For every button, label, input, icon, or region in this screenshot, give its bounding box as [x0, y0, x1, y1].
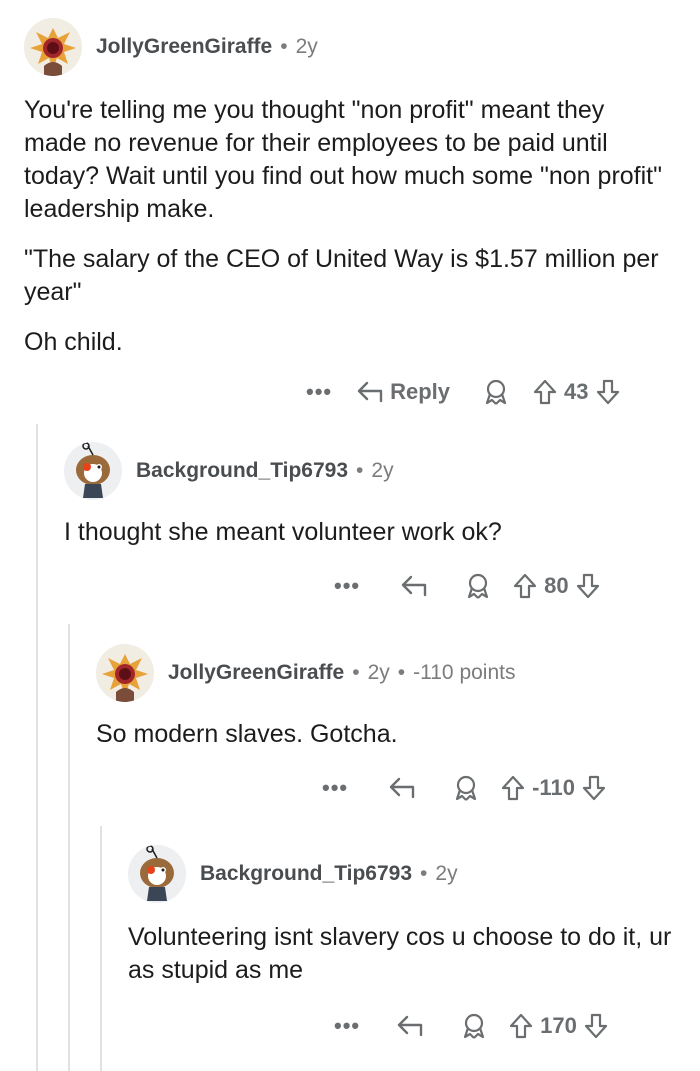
comment-body: I thought she meant volunteer work ok? — [64, 516, 674, 549]
vote-score: 170 — [540, 1013, 577, 1038]
avatar[interactable] — [128, 845, 186, 903]
comment-header: JollyGreenGiraffe • 2y • -110 points — [96, 644, 676, 702]
comment-paragraph: Volunteering isnt slavery cos u choose t… — [128, 923, 672, 984]
comment-age: 2y — [435, 862, 458, 885]
comment-actions: ••• -110 — [322, 768, 607, 808]
avatar[interactable] — [96, 644, 154, 702]
upvote-arrow-icon[interactable] — [508, 1012, 534, 1040]
comment-body: So modern slaves. Gotcha. — [96, 718, 676, 751]
more-options-button[interactable]: ••• — [306, 379, 332, 405]
vote-score: 43 — [564, 379, 589, 404]
comment-paragraph: I thought she meant volunteer work ok? — [64, 518, 502, 546]
upvote-arrow-icon[interactable] — [512, 572, 538, 600]
downvote-arrow-icon[interactable] — [575, 572, 601, 600]
username[interactable]: JollyGreenGiraffe — [168, 661, 344, 685]
reply-label: Reply — [390, 379, 451, 404]
separator-dot: • — [352, 661, 360, 684]
comment-body: Volunteering isnt slavery cos u choose t… — [128, 921, 678, 987]
upvote-arrow-icon[interactable] — [500, 774, 526, 802]
vote-score: 80 — [544, 573, 569, 598]
vote-score: -110 — [532, 775, 575, 800]
comment-paragraph: So modern slaves. Gotcha. — [96, 720, 398, 748]
comment-3: JollyGreenGiraffe • 2y • -110 points So … — [96, 644, 676, 751]
username[interactable]: Background_Tip6793 — [136, 459, 348, 483]
comment-header: Background_Tip6793 • 2y — [128, 845, 688, 903]
downvote-arrow-icon[interactable] — [595, 378, 621, 406]
separator-dot: • — [420, 862, 428, 885]
comment-paragraph: "The salary of the CEO of United Way is … — [24, 245, 659, 306]
more-options-button[interactable]: ••• — [322, 775, 348, 801]
comment-header: Background_Tip6793 • 2y — [64, 442, 674, 500]
comment-header: JollyGreenGiraffe • 2y — [24, 18, 684, 76]
snoo-avatar-icon — [128, 845, 186, 903]
award-icon[interactable] — [482, 378, 510, 406]
demogorgon-avatar-icon — [96, 644, 154, 702]
award-icon[interactable] — [460, 1012, 488, 1040]
thread-line-1[interactable] — [36, 424, 38, 1071]
reply-arrow-icon[interactable] — [388, 776, 416, 800]
comment-paragraph: Oh child. — [24, 328, 123, 356]
comment-4: Background_Tip6793 • 2y Volunteering isn… — [128, 845, 688, 987]
username[interactable]: Background_Tip6793 — [200, 862, 412, 886]
comment-age: 2y — [295, 35, 318, 58]
comment-points: -110 points — [413, 661, 516, 684]
reply-button[interactable]: Reply — [356, 379, 450, 405]
reply-arrow-icon[interactable] — [396, 1014, 424, 1038]
comment-age: 2y — [367, 661, 390, 684]
separator-dot: • — [397, 661, 406, 684]
separator-dot: • — [280, 35, 288, 58]
downvote-arrow-icon[interactable] — [581, 774, 607, 802]
reply-arrow-icon — [357, 381, 383, 403]
more-options-button[interactable]: ••• — [334, 573, 360, 599]
thread-line-2[interactable] — [68, 624, 70, 1071]
thread-line-3[interactable] — [100, 826, 102, 1071]
more-options-button[interactable]: ••• — [334, 1013, 360, 1039]
comment-body: You're telling me you thought "non profi… — [24, 94, 664, 359]
snoo-avatar-icon — [64, 442, 122, 500]
comment-2: Background_Tip6793 • 2y I thought she me… — [64, 442, 674, 549]
separator-dot: • — [356, 459, 364, 482]
upvote-arrow-icon[interactable] — [532, 378, 558, 406]
comment-paragraph: You're telling me you thought "non profi… — [24, 96, 662, 223]
demogorgon-avatar-icon — [24, 18, 82, 76]
comment-age: 2y — [371, 459, 394, 482]
comment-actions: ••• 80 — [334, 566, 601, 606]
comment-1: JollyGreenGiraffe • 2y You're telling me… — [24, 18, 684, 359]
award-icon[interactable] — [452, 774, 480, 802]
downvote-arrow-icon[interactable] — [583, 1012, 609, 1040]
award-icon[interactable] — [464, 572, 492, 600]
avatar[interactable] — [24, 18, 82, 76]
comment-actions: ••• 170 — [334, 1006, 609, 1046]
reply-arrow-icon[interactable] — [400, 574, 428, 598]
comment-actions: ••• Reply 43 — [306, 372, 621, 412]
avatar[interactable] — [64, 442, 122, 500]
username[interactable]: JollyGreenGiraffe — [96, 35, 272, 59]
